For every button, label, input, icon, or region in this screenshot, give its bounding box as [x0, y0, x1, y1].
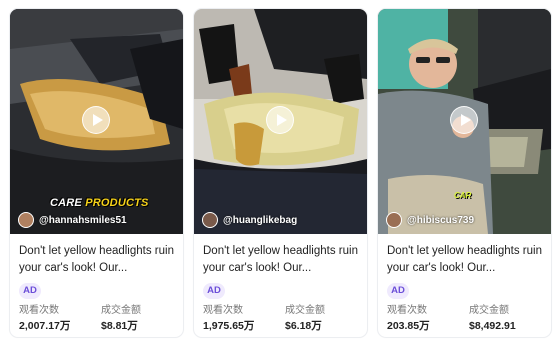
play-icon[interactable]: [266, 106, 294, 134]
gmv-stat: 成交金额 $8,492.91: [469, 305, 551, 333]
avatar[interactable]: [386, 212, 402, 228]
video-title[interactable]: Don't let yellow headlights ruin your ca…: [203, 243, 358, 277]
views-stat: 观看次数 1,975.65万: [203, 305, 285, 333]
ad-badge: AD: [203, 283, 225, 299]
stats-row: 观看次数 1,975.65万 成交金额 $6.18万: [203, 305, 367, 333]
gmv-stat: 成交金额 $8.81万: [101, 305, 183, 333]
video-card[interactable]: @huanglikebag Don't let yellow headlight…: [193, 8, 368, 338]
views-value: 1,975.65万: [203, 320, 255, 332]
gmv-label: 成交金额: [285, 305, 325, 316]
gmv-value: $8.81万: [101, 320, 138, 332]
avatar[interactable]: [18, 212, 34, 228]
video-thumbnail[interactable]: CAR @hibiscus739: [378, 9, 551, 234]
video-overlay-badge: CAR: [454, 191, 472, 200]
play-icon[interactable]: [82, 106, 110, 134]
gmv-label: 成交金额: [469, 305, 509, 316]
video-thumbnail[interactable]: @huanglikebag: [194, 9, 367, 234]
video-card[interactable]: CARE PRODUCTS @hannahsmiles51 Don't let …: [9, 8, 184, 338]
gmv-stat: 成交金额 $6.18万: [285, 305, 367, 333]
video-card[interactable]: CAR @hibiscus739 Don't let yellow headli…: [377, 8, 552, 338]
views-value: 203.85万: [387, 320, 430, 332]
gmv-value: $6.18万: [285, 320, 322, 332]
creator-handle[interactable]: @hibiscus739: [407, 215, 474, 226]
video-title[interactable]: Don't let yellow headlights ruin your ca…: [387, 243, 542, 277]
creator-handle[interactable]: @hannahsmiles51: [39, 215, 127, 226]
creator-info[interactable]: @huanglikebag: [202, 212, 297, 228]
ad-badge: AD: [387, 283, 409, 299]
stats-row: 观看次数 203.85万 成交金额 $8,492.91: [387, 305, 551, 333]
avatar[interactable]: [202, 212, 218, 228]
gmv-label: 成交金额: [101, 305, 141, 316]
views-stat: 观看次数 203.85万: [387, 305, 469, 333]
views-label: 观看次数: [387, 305, 427, 316]
creator-handle[interactable]: @huanglikebag: [223, 215, 297, 226]
views-stat: 观看次数 2,007.17万: [19, 305, 101, 333]
play-icon[interactable]: [450, 106, 478, 134]
gmv-value: $8,492.91: [469, 320, 516, 332]
views-value: 2,007.17万: [19, 320, 71, 332]
creator-info[interactable]: @hannahsmiles51: [18, 212, 127, 228]
stats-row: 观看次数 2,007.17万 成交金额 $8.81万: [19, 305, 183, 333]
views-label: 观看次数: [19, 305, 59, 316]
video-card-grid: CARE PRODUCTS @hannahsmiles51 Don't let …: [9, 8, 552, 338]
views-label: 观看次数: [203, 305, 243, 316]
ad-badge: AD: [19, 283, 41, 299]
creator-info[interactable]: @hibiscus739: [386, 212, 474, 228]
video-thumbnail[interactable]: CARE PRODUCTS @hannahsmiles51: [10, 9, 183, 234]
video-title[interactable]: Don't let yellow headlights ruin your ca…: [19, 243, 174, 277]
video-overlay-caption: CARE PRODUCTS: [50, 197, 149, 209]
